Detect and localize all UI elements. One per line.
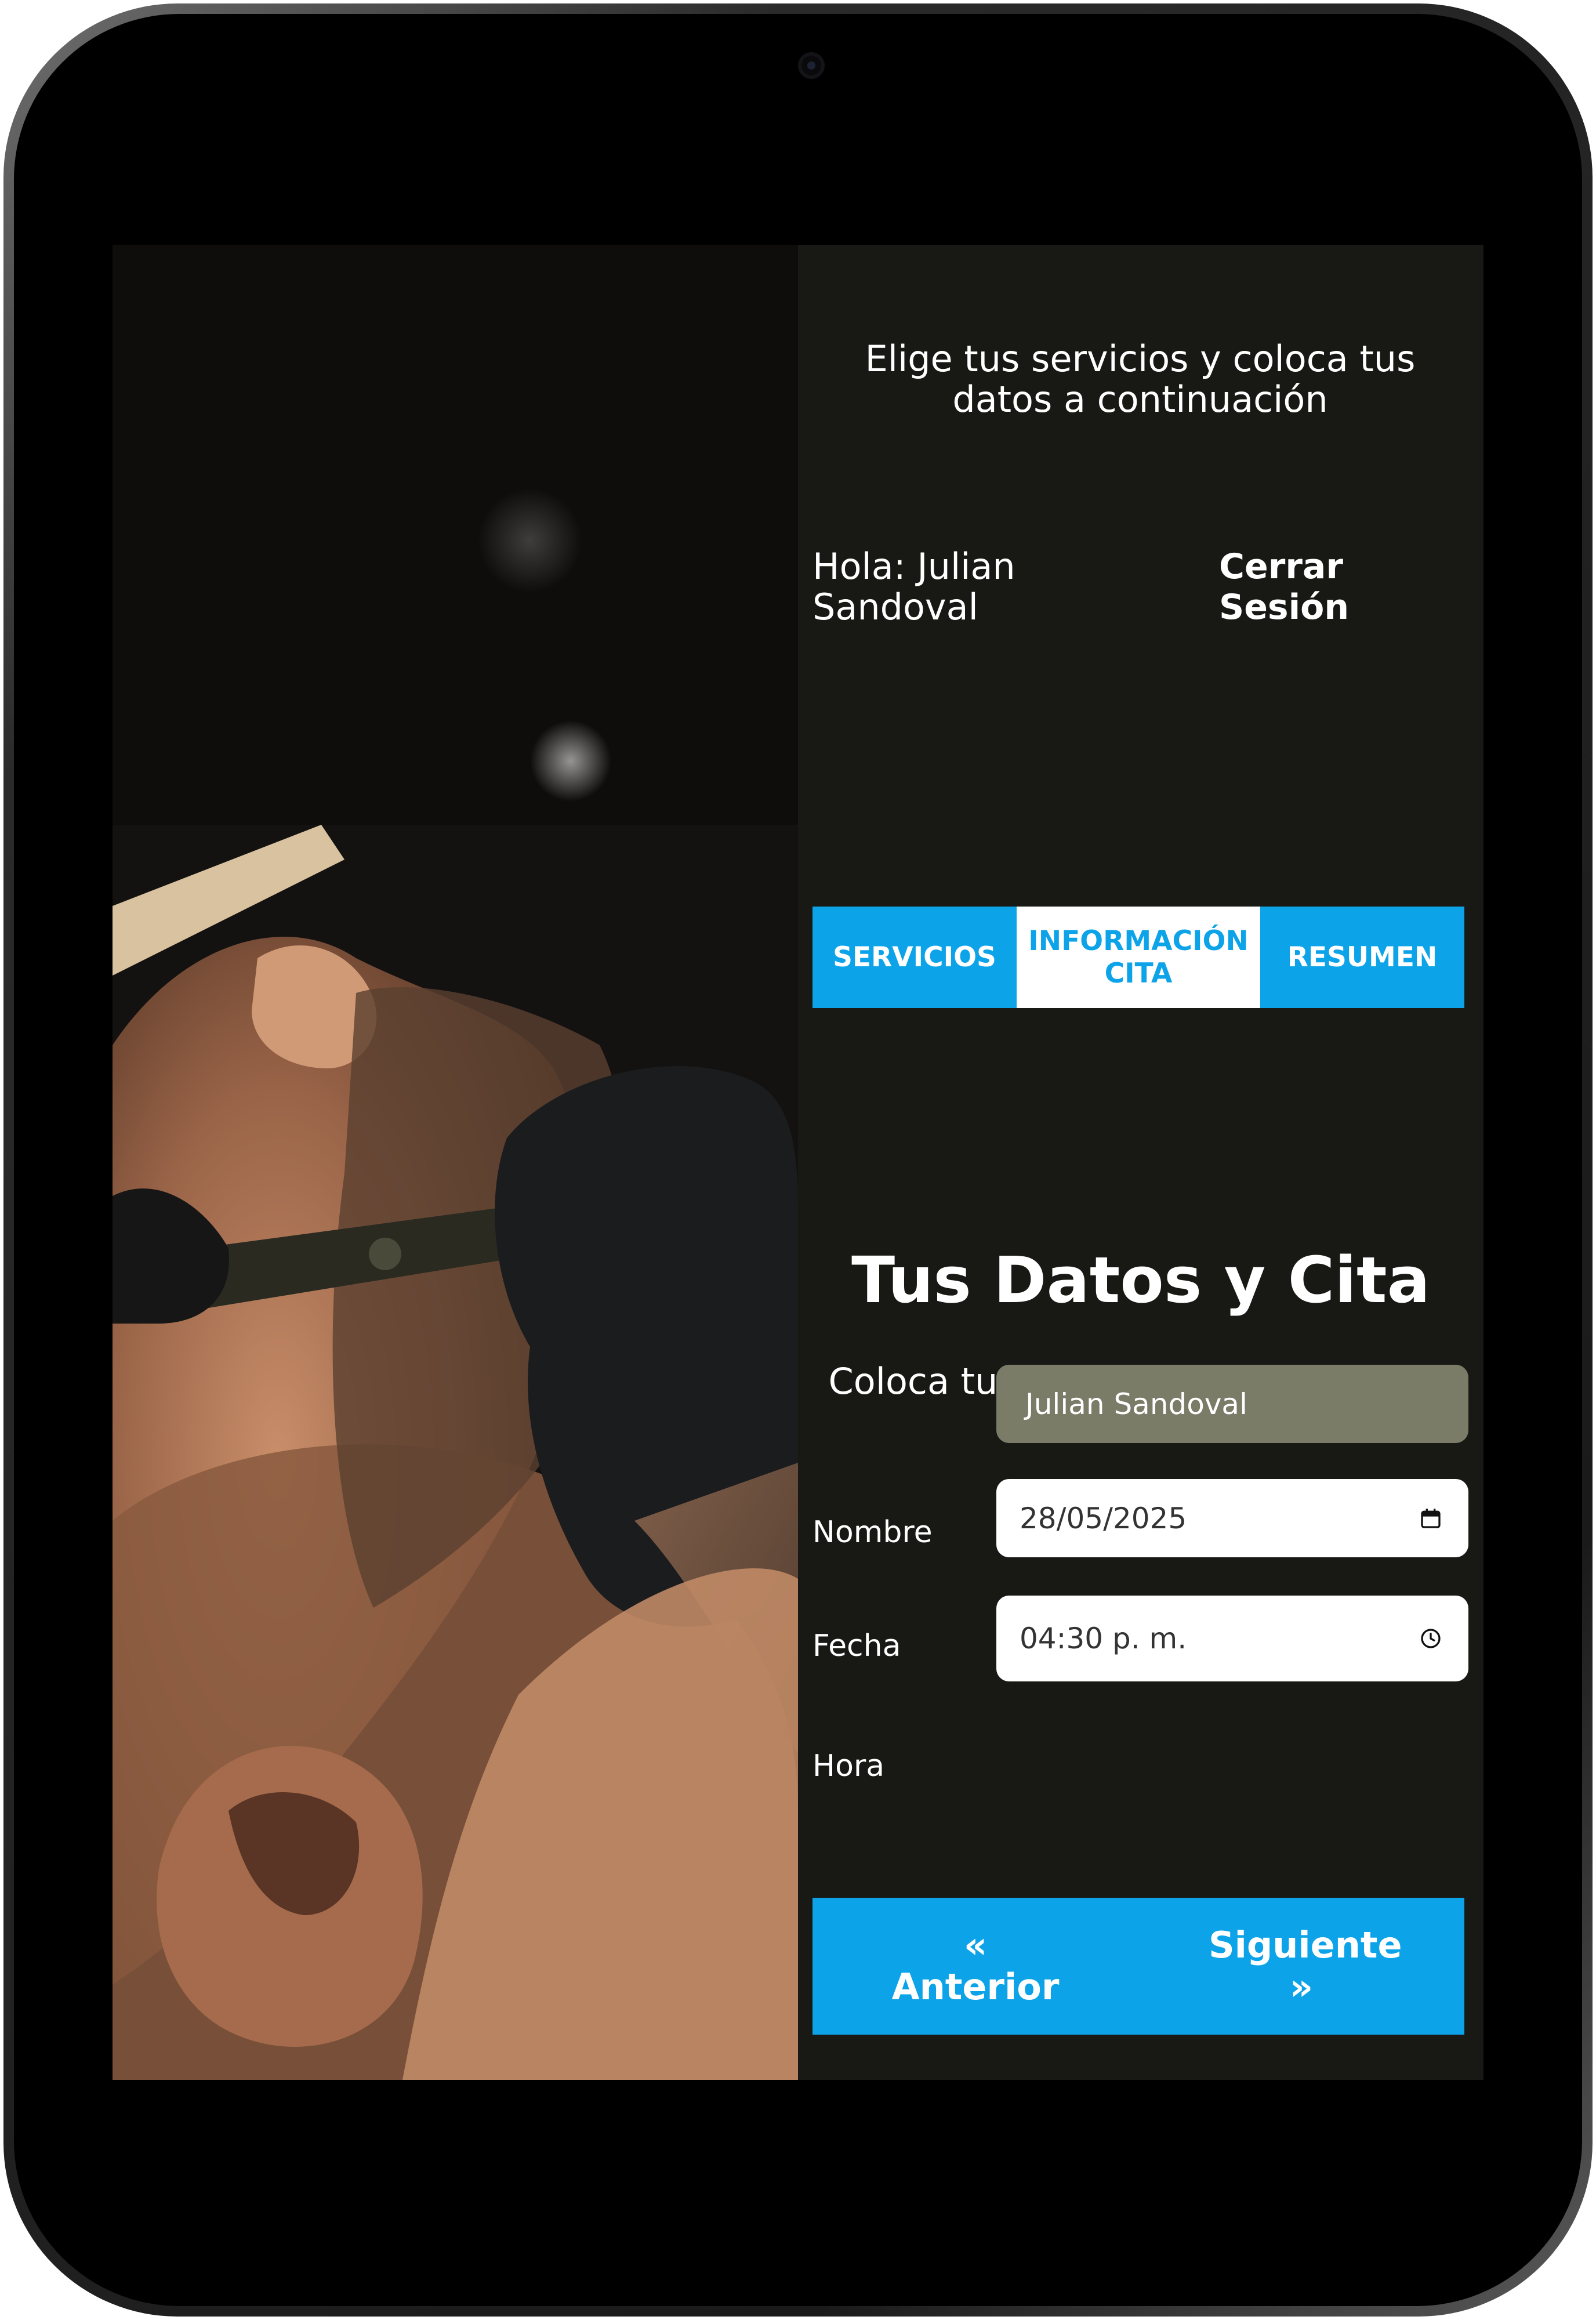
date-field[interactable]: 28/05/2025	[996, 1479, 1468, 1557]
clock-icon[interactable]	[1416, 1624, 1445, 1653]
booking-panel: Elige tus servicios y coloca tus datos a…	[798, 245, 1483, 2080]
time-value: 04:30 p. m.	[1020, 1622, 1187, 1655]
next-label: Siguiente »	[1209, 1924, 1402, 2008]
intro-text: Elige tus servicios y coloca tus datos a…	[865, 338, 1416, 420]
section-title: Tus Datos y Cita	[851, 1243, 1430, 1317]
step-navigation: « Anterior Siguiente »	[812, 1898, 1464, 2035]
barber-photo-illustration	[113, 245, 798, 2080]
appointment-app: Elige tus servicios y coloca tus datos a…	[113, 245, 1483, 2080]
tab-resumen[interactable]: RESUMEN	[1260, 907, 1464, 1008]
date-label: Fecha	[812, 1629, 901, 1663]
calendar-icon[interactable]	[1416, 1504, 1445, 1533]
name-label: Nombre	[812, 1515, 933, 1550]
time-label: Hora	[812, 1749, 885, 1783]
logout-button[interactable]: Cerrar Sesión	[1219, 546, 1393, 628]
name-field[interactable]: Julian Sandoval	[996, 1365, 1468, 1443]
tab-servicios[interactable]: SERVICIOS	[812, 907, 1017, 1008]
previous-button[interactable]: « Anterior	[812, 1898, 1138, 2035]
screen: Elige tus servicios y coloca tus datos a…	[113, 116, 1483, 2204]
front-camera	[798, 52, 825, 79]
time-field[interactable]: 04:30 p. m.	[996, 1596, 1468, 1681]
tab-informacion-cita[interactable]: INFORMACIÓN CITA	[1017, 907, 1260, 1008]
previous-label: « Anterior	[891, 1924, 1060, 2008]
date-value: 28/05/2025	[1020, 1501, 1187, 1535]
step-tabs: SERVICIOS INFORMACIÓN CITA RESUMEN	[812, 907, 1464, 1008]
next-button[interactable]: Siguiente »	[1138, 1898, 1464, 2035]
user-greeting: Hola: Julian Sandoval	[812, 545, 1015, 628]
name-value: Julian Sandoval	[1025, 1387, 1247, 1421]
barber-shave-photo	[113, 245, 798, 2080]
